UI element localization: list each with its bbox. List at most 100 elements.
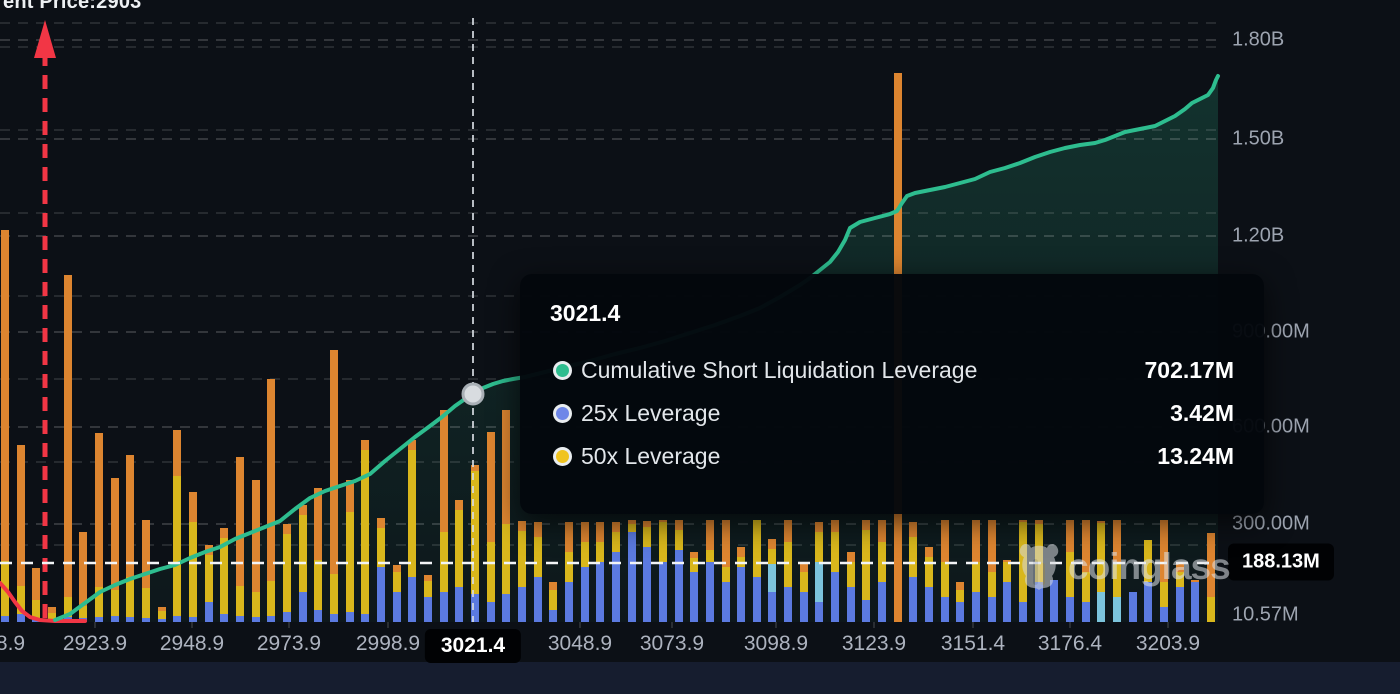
- bar-segment: [1066, 597, 1074, 622]
- bar-segment: [675, 530, 683, 550]
- bar-segment: [220, 538, 228, 614]
- bar-segment: [706, 550, 714, 562]
- bar-segment: [925, 547, 933, 557]
- bar-segment: [722, 582, 730, 622]
- bar-segment: [236, 457, 244, 586]
- bar-segment: [988, 597, 996, 622]
- bar-segment: [283, 534, 291, 612]
- coinglass-watermark-text: coinglass: [1068, 546, 1230, 588]
- bar-segment: [424, 597, 432, 622]
- bar-segment: [173, 616, 181, 622]
- bar-segment: [283, 612, 291, 622]
- bar-segment: [95, 617, 103, 622]
- bar-segment: [283, 524, 291, 534]
- bar-segment: [1207, 597, 1215, 622]
- bar-segment: [972, 592, 980, 622]
- bar-segment: [330, 614, 338, 622]
- bar-segment: [941, 520, 949, 562]
- bar-segment: [455, 587, 463, 622]
- bar-segment: [1097, 521, 1105, 523]
- bar-segment: [941, 562, 949, 597]
- bar-segment: [424, 581, 432, 597]
- bar-segment: [1160, 607, 1168, 622]
- bar-segment: [659, 522, 667, 562]
- x-axis-label: 3203.9: [1136, 632, 1200, 656]
- bar-segment: [659, 562, 667, 622]
- bar-segment: [424, 575, 432, 581]
- bar-segment: [831, 532, 839, 572]
- bar-segment: [79, 532, 87, 606]
- bar-segment: [1, 616, 9, 622]
- bar-segment: [628, 524, 636, 532]
- x-axis-highlight-badge: 3021.4: [425, 629, 521, 663]
- bar-segment: [1035, 520, 1043, 524]
- bar-segment: [455, 510, 463, 587]
- bar-segment: [831, 572, 839, 622]
- bar-segment: [502, 524, 510, 594]
- bar-segment: [909, 577, 917, 622]
- bar-segment: [596, 562, 604, 622]
- bar-segment: [643, 521, 651, 527]
- bar-segment: [377, 518, 385, 528]
- bar-segment: [878, 520, 886, 542]
- bar-segment: [189, 617, 197, 622]
- bar-segment: [956, 602, 964, 622]
- tooltip: 3021.4 Cumulative Short Liquidation Leve…: [520, 274, 1264, 514]
- bar-segment: [205, 602, 213, 622]
- bar-segment: [643, 547, 651, 622]
- bar-segment: [675, 550, 683, 622]
- bar-segment: [722, 567, 730, 582]
- bar-segment: [941, 597, 949, 622]
- bar-segment: [314, 560, 322, 610]
- bar-segment: [925, 587, 933, 622]
- series-dot-icon: [556, 450, 569, 463]
- liquidation-chart[interactable]: Current Price:2903 2898.92923.92948.9297…: [0, 0, 1400, 694]
- bar-segment: [768, 592, 776, 622]
- bar-segment: [361, 614, 369, 622]
- bar-segment: [314, 610, 322, 622]
- x-axis-label: 2998.9: [356, 632, 420, 656]
- bar-segment: [581, 567, 589, 622]
- bar-segment: [377, 528, 385, 567]
- bar-segment: [909, 522, 917, 537]
- bar-segment: [1003, 582, 1011, 622]
- bar-segment: [393, 592, 401, 622]
- bar-segment: [518, 521, 526, 531]
- bar-segment: [628, 520, 636, 524]
- bar-segment: [236, 586, 244, 616]
- bar-segment: [487, 542, 495, 602]
- bar-segment: [1019, 520, 1027, 522]
- bar-segment: [189, 492, 197, 522]
- bar-segment: [784, 520, 792, 542]
- bar-segment: [862, 520, 870, 530]
- bar-segment: [487, 432, 495, 542]
- bar-segment: [800, 592, 808, 622]
- bar-segment: [408, 450, 416, 577]
- bar-segment: [815, 602, 823, 622]
- series-dot-icon: [556, 364, 569, 377]
- bar-segment: [346, 612, 354, 622]
- bar-segment: [1129, 592, 1137, 622]
- bar-segment: [956, 590, 964, 602]
- bar-segment: [1097, 592, 1105, 622]
- bar-segment: [330, 574, 338, 614]
- tooltip-series-value: 702.17M: [1144, 357, 1234, 384]
- bar-segment: [768, 564, 776, 592]
- bar-segment: [95, 433, 103, 587]
- bar-segment: [690, 572, 698, 622]
- bar-segment: [173, 476, 181, 616]
- bar-segment: [377, 567, 385, 622]
- bar-segment: [299, 515, 307, 592]
- x-axis-label: 2948.9: [160, 632, 224, 656]
- x-axis-label: 2898.9: [0, 632, 25, 656]
- bar-segment: [158, 611, 166, 619]
- bar-segment: [831, 520, 839, 532]
- bar-segment: [393, 565, 401, 572]
- bar-segment: [549, 582, 557, 590]
- bar-segment: [862, 600, 870, 622]
- bar-segment: [299, 592, 307, 622]
- bar-segment: [1019, 602, 1027, 622]
- bar-segment: [17, 614, 25, 622]
- bar-segment: [596, 542, 604, 562]
- bar-segment: [314, 488, 322, 560]
